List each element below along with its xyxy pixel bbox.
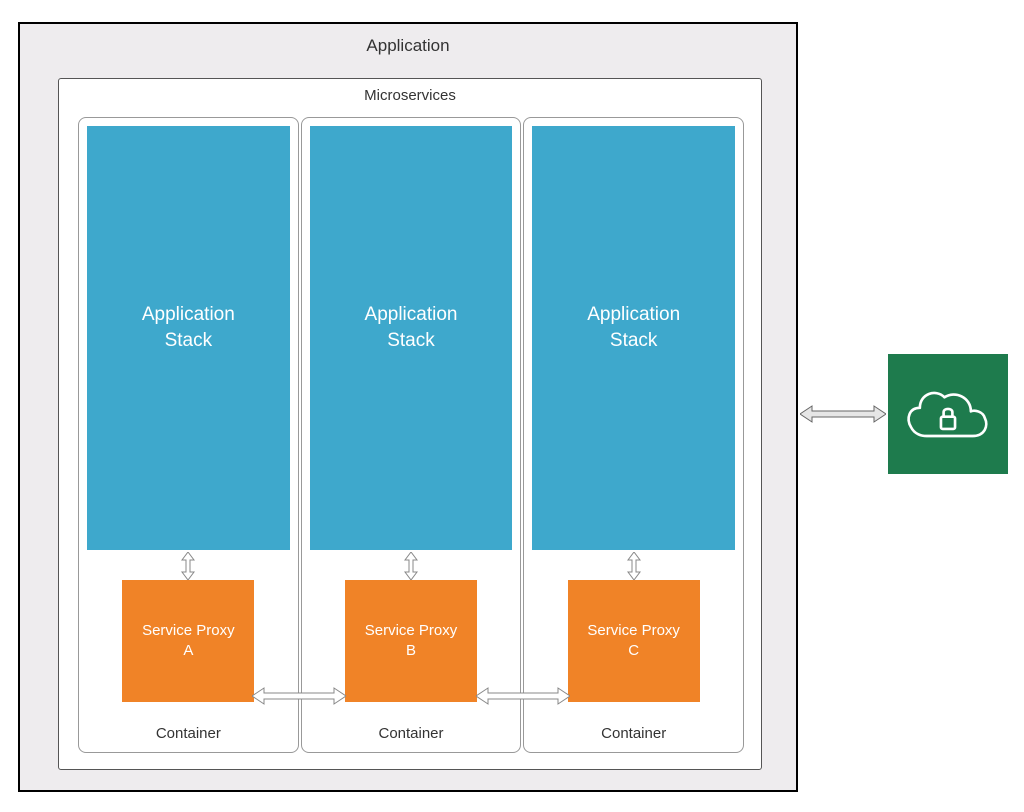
cloud-lock-icon	[904, 381, 992, 447]
external-cloud-service	[888, 354, 1008, 474]
bidirectional-arrow-horizontal-icon	[476, 687, 570, 705]
bidirectional-arrow-external-icon	[800, 404, 886, 424]
container-box-a: ApplicationStack Service ProxyA Containe…	[78, 117, 299, 753]
service-proxy-label: Service ProxyC	[587, 621, 680, 662]
service-proxy-a: Service ProxyA	[122, 580, 254, 702]
application-box: Application Microservices ApplicationSta…	[18, 22, 798, 792]
application-stack-c: ApplicationStack	[532, 126, 735, 550]
service-proxy-c: Service ProxyC	[568, 580, 700, 702]
microservices-box: Microservices ApplicationStack Service P…	[58, 78, 762, 770]
application-stack-label: ApplicationStack	[587, 302, 680, 353]
service-proxy-b: Service ProxyB	[345, 580, 477, 702]
microservices-title: Microservices	[59, 79, 761, 110]
container-caption: Container	[302, 725, 521, 742]
bidirectional-arrow-vertical-icon	[180, 552, 196, 580]
container-caption: Container	[79, 725, 298, 742]
service-proxy-label: Service ProxyB	[365, 621, 458, 662]
application-title: Application	[20, 24, 796, 66]
bidirectional-arrow-vertical-icon	[626, 552, 642, 580]
application-stack-label: ApplicationStack	[365, 302, 458, 353]
container-box-b: ApplicationStack Service ProxyB Containe…	[301, 117, 522, 753]
containers-row: ApplicationStack Service ProxyA Containe…	[77, 117, 745, 753]
bidirectional-arrow-vertical-icon	[403, 552, 419, 580]
container-box-c: ApplicationStack Service ProxyC Containe…	[523, 117, 744, 753]
bidirectional-arrow-horizontal-icon	[252, 687, 346, 705]
service-proxy-label: Service ProxyA	[142, 621, 235, 662]
application-stack-a: ApplicationStack	[87, 126, 290, 550]
application-stack-label: ApplicationStack	[142, 302, 235, 353]
application-stack-b: ApplicationStack	[310, 126, 513, 550]
container-caption: Container	[524, 725, 743, 742]
